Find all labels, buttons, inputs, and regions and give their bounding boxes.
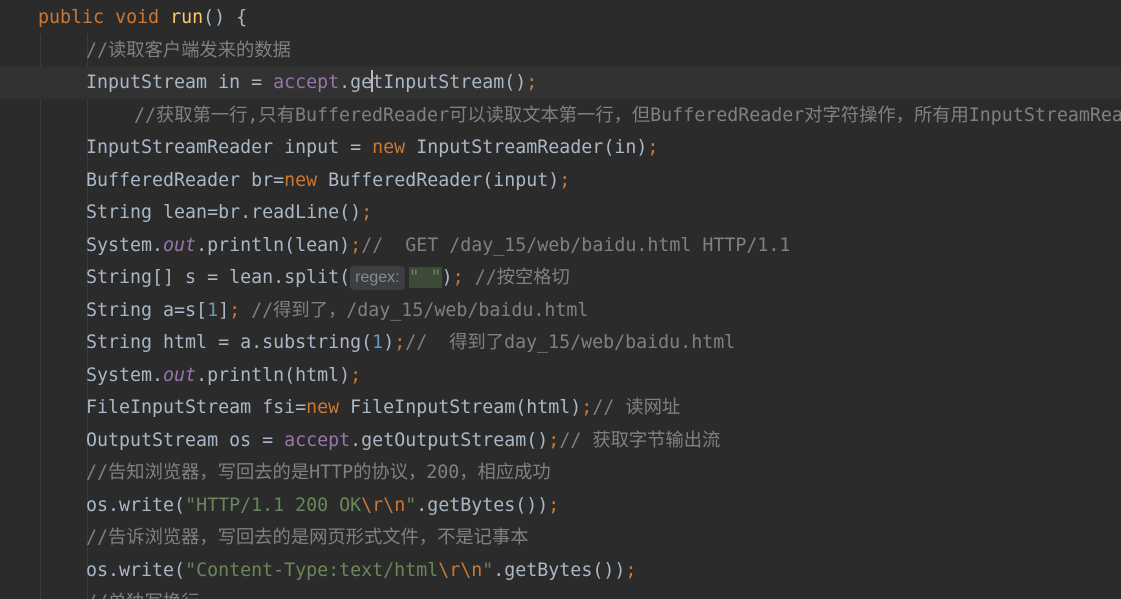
code-token-field: accept — [273, 72, 340, 93]
code-token-kw: ; — [361, 202, 373, 223]
code-token-field: accept — [284, 429, 351, 451]
code-token-str: " — [405, 494, 417, 516]
code-token-plain: InputStreamReader input = — [86, 137, 373, 158]
code-line[interactable]: FileInputStream fsi=new FileInputStream(… — [0, 392, 1121, 424]
code-line[interactable]: os.write("Content-Type:text/html\r\n".ge… — [0, 555, 1121, 587]
code-token-str: "Content-Type:text/html — [185, 559, 439, 581]
code-token-static: out — [163, 364, 197, 386]
code-token-plain: String[] s = lean.split( — [86, 267, 351, 288]
code-token-kw: ; — [452, 267, 464, 288]
code-token-str: " — [482, 559, 494, 581]
code-token-kw: ; — [581, 397, 593, 418]
code-token-cmt: //得到了，/day_15/web/baidu.html — [251, 299, 589, 321]
code-line[interactable]: InputStreamReader input = new InputStrea… — [0, 132, 1121, 164]
code-token-plain: .println(lean) — [196, 234, 351, 256]
code-token-plain: System. — [86, 234, 164, 256]
code-token-kw: ; — [526, 72, 538, 93]
code-token-plain: () { — [203, 7, 248, 28]
code-token-plain: OutputStream os = — [86, 429, 285, 451]
code-line[interactable]: public void run() { — [0, 2, 1121, 34]
code-line[interactable]: os.write("HTTP/1.1 200 OK\r\n".getBytes(… — [0, 490, 1121, 522]
code-token-kw: new — [306, 397, 340, 418]
code-line[interactable]: System.out.println(lean);// GET /day_15/… — [0, 230, 1121, 262]
code-line[interactable]: //告知浏览器，写回去的是HTTP的协议，200，相应成功 — [0, 457, 1121, 489]
code-token-kw: ; — [548, 494, 560, 516]
code-line[interactable]: //单独写换行 — [0, 587, 1121, 599]
code-token-cmt: //按空格切 — [474, 267, 570, 288]
parameter-hint: regex: — [350, 266, 405, 290]
code-token-static: out — [163, 234, 197, 256]
code-token-plain: .getOutputStream() — [350, 429, 549, 451]
code-line[interactable]: InputStream in = accept.getInputStream()… — [0, 67, 1121, 99]
code-token-fn: run — [170, 7, 204, 28]
code-token-cmt: // GET /day_15/web/baidu.html HTTP/1.1 — [361, 234, 791, 256]
code-token-plain: String html = a.substring( — [86, 332, 373, 353]
code-line[interactable]: //告诉浏览器，写回去的是网页形式文件，不是记事本 — [0, 522, 1121, 554]
code-token-plain: System. — [86, 364, 164, 386]
code-token-kw: ; — [548, 429, 560, 451]
code-token-num: 1 — [372, 332, 384, 353]
code-token-plain: FileInputStream(html) — [339, 397, 582, 418]
code-editor[interactable]: public void run() { //读取客户端发来的数据 InputStre… — [0, 0, 1121, 599]
code-token-kw: new — [372, 137, 406, 158]
code-token-plain: .ge — [339, 72, 373, 93]
code-token-str: "HTTP/1.1 200 OK — [185, 494, 362, 516]
code-token-plain: InputStream in = — [86, 72, 274, 93]
code-token-esc: \r\n — [361, 494, 406, 516]
code-token-plain: .println(html) — [196, 364, 351, 386]
code-line[interactable]: //读取客户端发来的数据 — [0, 35, 1121, 67]
code-token-cmt: //读取客户端发来的数据 — [86, 39, 291, 61]
code-line[interactable]: //获取第一行,只有BufferedReader可以读取文本第一行，但Buffe… — [0, 100, 1121, 132]
code-token-cmt: //获取第一行,只有BufferedReader可以读取文本第一行，但Buffe… — [134, 104, 1121, 126]
code-token-string: " " — [408, 267, 442, 288]
code-token-plain: ] — [218, 299, 230, 321]
code-token-kw: public — [38, 7, 105, 28]
code-token-kw: ; — [350, 234, 362, 256]
code-token-plain: .getBytes()) — [416, 494, 549, 516]
code-line[interactable]: String[] s = lean.split(regex: " "); //按空… — [0, 262, 1121, 294]
code-token-cmt: // 获取字节输出流 — [559, 429, 721, 451]
code-token-kw: void — [115, 7, 160, 28]
code-token-kw: ; — [350, 364, 362, 386]
code-line[interactable]: System.out.println(html); — [0, 360, 1121, 392]
code-line[interactable]: String a=s[1]; //得到了，/day_15/web/baidu.h… — [0, 295, 1121, 327]
code-token-plain: BufferedReader(input) — [317, 169, 560, 191]
code-token-plain: os.write( — [86, 494, 186, 516]
code-token-cmt: //告知浏览器，写回去的是HTTP的协议，200，相应成功 — [86, 462, 551, 483]
code-token-plain: String lean=br.readLine() — [86, 202, 362, 223]
code-line[interactable]: String lean=br.readLine(); — [0, 197, 1121, 229]
code-line[interactable]: OutputStream os = accept.getOutputStream… — [0, 425, 1121, 457]
code-token-plain: ) — [383, 332, 395, 353]
code-token-kw: ; — [229, 299, 241, 321]
code-token-kw: ; — [625, 559, 637, 581]
code-line[interactable]: String html = a.substring(1);// 得到了day_1… — [0, 327, 1121, 359]
code-token-plain: ) — [441, 267, 453, 288]
code-token-plain: String a=s[ — [86, 299, 208, 321]
code-token-cmt: //告诉浏览器，写回去的是网页形式文件，不是记事本 — [86, 527, 529, 548]
code-token-kw: new — [284, 169, 318, 191]
code-token-cmt: // 读网址 — [592, 397, 681, 418]
code-token-plain: FileInputStream fsi= — [86, 397, 307, 418]
code-token-kw: ; — [394, 332, 406, 353]
code-token-cmt: //单独写换行 — [86, 592, 199, 599]
code-token-kw: ; — [647, 137, 659, 158]
code-token-plain: InputStreamReader(in) — [405, 137, 648, 158]
code-line[interactable]: BufferedReader br=new BufferedReader(inp… — [0, 165, 1121, 197]
code-token-plain: os.write( — [86, 559, 186, 581]
code-token-cmt: // 得到了day_15/web/baidu.html — [405, 332, 736, 353]
code-token-plain: tInputStream() — [372, 72, 527, 93]
code-token-kw: ; — [559, 169, 571, 191]
code-token-num: 1 — [207, 299, 219, 321]
code-token-plain: .getBytes()) — [493, 559, 626, 581]
code-token-plain: BufferedReader br= — [86, 169, 285, 191]
code-token-esc: \r\n — [438, 559, 483, 581]
